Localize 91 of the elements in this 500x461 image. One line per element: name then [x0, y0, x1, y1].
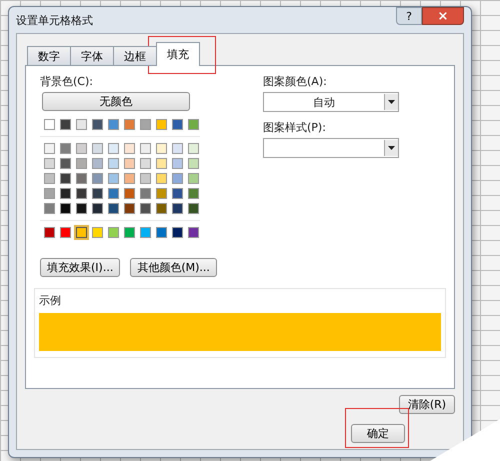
- sample-label: 示例: [39, 293, 62, 308]
- color-swatch[interactable]: [44, 188, 55, 199]
- color-swatch[interactable]: [76, 188, 87, 199]
- color-swatch[interactable]: [188, 188, 199, 199]
- color-swatch[interactable]: [124, 203, 135, 214]
- color-swatch[interactable]: [92, 158, 103, 169]
- pattern-style-dropdown[interactable]: [263, 138, 399, 158]
- color-swatch[interactable]: [156, 188, 167, 199]
- color-swatch[interactable]: [108, 173, 119, 184]
- color-swatch[interactable]: [124, 188, 135, 199]
- window-title: 设置单元格格式: [16, 12, 93, 28]
- color-swatch[interactable]: [188, 143, 199, 154]
- dropdown-arrow-icon: [388, 146, 395, 150]
- color-swatch[interactable]: [92, 143, 103, 154]
- color-swatch[interactable]: [140, 119, 151, 130]
- dropdown-arrow-icon: [388, 100, 395, 104]
- color-swatch[interactable]: [156, 173, 167, 184]
- color-swatch[interactable]: [140, 143, 151, 154]
- color-swatch[interactable]: [108, 143, 119, 154]
- color-swatch[interactable]: [92, 188, 103, 199]
- color-swatch[interactable]: [76, 203, 87, 214]
- color-swatch[interactable]: [44, 143, 55, 154]
- color-swatch[interactable]: [188, 203, 199, 214]
- color-swatch[interactable]: [172, 227, 183, 238]
- color-swatch[interactable]: [124, 227, 135, 238]
- color-swatch[interactable]: [92, 173, 103, 184]
- color-swatch[interactable]: [108, 188, 119, 199]
- color-swatch[interactable]: [140, 227, 151, 238]
- pattern-style-label: 图案样式(P):: [263, 120, 327, 135]
- color-swatch[interactable]: [60, 227, 71, 238]
- color-swatch[interactable]: [76, 158, 87, 169]
- color-swatch[interactable]: [140, 188, 151, 199]
- color-swatch[interactable]: [140, 173, 151, 184]
- color-swatch[interactable]: [172, 188, 183, 199]
- color-swatch[interactable]: [44, 119, 55, 130]
- color-swatch[interactable]: [92, 203, 103, 214]
- tab[interactable]: 填充: [156, 42, 200, 66]
- color-swatch[interactable]: [188, 119, 199, 130]
- tab[interactable]: 数字: [27, 46, 71, 66]
- color-swatch[interactable]: [108, 203, 119, 214]
- color-swatch[interactable]: [140, 203, 151, 214]
- color-swatch[interactable]: [172, 203, 183, 214]
- color-swatch[interactable]: [124, 143, 135, 154]
- color-swatch[interactable]: [44, 203, 55, 214]
- color-swatch[interactable]: [140, 158, 151, 169]
- color-swatch[interactable]: [172, 158, 183, 169]
- tab[interactable]: 边框: [113, 46, 157, 66]
- help-button[interactable]: ?: [396, 7, 422, 25]
- color-swatch[interactable]: [156, 119, 167, 130]
- color-swatch[interactable]: [76, 227, 87, 238]
- color-swatch[interactable]: [60, 158, 71, 169]
- color-swatch[interactable]: [156, 227, 167, 238]
- pattern-color-label: 图案颜色(A):: [263, 74, 328, 89]
- color-swatch[interactable]: [188, 173, 199, 184]
- ok-button[interactable]: 确定: [351, 424, 405, 443]
- color-swatch[interactable]: [108, 158, 119, 169]
- color-swatch[interactable]: [60, 188, 71, 199]
- color-swatch[interactable]: [124, 173, 135, 184]
- no-color-button[interactable]: 无颜色: [42, 92, 190, 111]
- color-swatch[interactable]: [124, 158, 135, 169]
- fill-effects-button[interactable]: 填充效果(I)...: [40, 258, 120, 277]
- tab[interactable]: 字体: [70, 46, 114, 66]
- color-swatch[interactable]: [60, 203, 71, 214]
- color-swatch[interactable]: [76, 173, 87, 184]
- color-swatch[interactable]: [172, 143, 183, 154]
- more-colors-button[interactable]: 其他颜色(M)...: [130, 258, 217, 277]
- color-swatch[interactable]: [44, 173, 55, 184]
- color-swatch[interactable]: [92, 119, 103, 130]
- color-swatch[interactable]: [44, 227, 55, 238]
- color-swatch[interactable]: [60, 173, 71, 184]
- color-swatch[interactable]: [108, 227, 119, 238]
- color-swatch[interactable]: [188, 227, 199, 238]
- clear-button[interactable]: 清除(R): [399, 395, 455, 414]
- color-swatch[interactable]: [124, 119, 135, 130]
- background-color-label: 背景色(C):: [40, 74, 94, 89]
- color-swatch[interactable]: [60, 119, 71, 130]
- close-button[interactable]: ×: [422, 7, 464, 25]
- color-swatch[interactable]: [108, 119, 119, 130]
- color-swatch[interactable]: [76, 143, 87, 154]
- color-swatch[interactable]: [156, 143, 167, 154]
- color-swatch[interactable]: [172, 119, 183, 130]
- color-swatch[interactable]: [156, 203, 167, 214]
- page-curl-drawing: [430, 419, 500, 461]
- color-swatch[interactable]: [60, 143, 71, 154]
- color-swatch[interactable]: [92, 227, 103, 238]
- color-swatch[interactable]: [76, 119, 87, 130]
- color-swatch[interactable]: [188, 158, 199, 169]
- pattern-color-dropdown[interactable]: 自动: [263, 92, 399, 112]
- color-swatch[interactable]: [156, 158, 167, 169]
- color-swatch[interactable]: [44, 158, 55, 169]
- color-swatch[interactable]: [172, 173, 183, 184]
